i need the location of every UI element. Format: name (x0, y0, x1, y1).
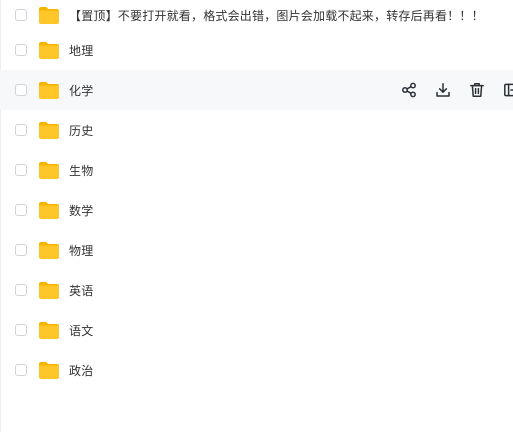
file-row-dili[interactable]: 地理 (0, 30, 513, 70)
share-icon (402, 82, 416, 98)
folder-icon (39, 161, 59, 179)
file-row-wuli[interactable]: 物理 (0, 230, 513, 270)
more-button[interactable] (502, 81, 513, 99)
row-checkbox[interactable] (15, 364, 27, 376)
file-row-yuwen[interactable]: 语文 (0, 310, 513, 350)
more-icon (504, 83, 513, 97)
file-name[interactable]: 数学 (69, 202, 93, 219)
row-checkbox[interactable] (15, 324, 27, 336)
row-checkbox[interactable] (15, 84, 27, 96)
file-name[interactable]: 地理 (69, 42, 93, 59)
folder-icon (39, 321, 59, 339)
folder-icon (39, 81, 59, 99)
file-name[interactable]: 化学 (69, 82, 93, 99)
folder-icon (39, 121, 59, 139)
file-name[interactable]: 物理 (69, 242, 93, 259)
row-checkbox[interactable] (15, 284, 27, 296)
folder-icon (39, 241, 59, 259)
row-checkbox[interactable] (15, 244, 27, 256)
delete-button[interactable] (468, 81, 486, 99)
file-browser: 【置顶】不要打开就看，格式会出错，图片会加载不起来，转存后再看！！！ 地理 化学 (0, 0, 513, 432)
folder-icon (39, 6, 59, 24)
folder-icon (39, 281, 59, 299)
share-button[interactable] (400, 81, 418, 99)
file-row-lishi[interactable]: 历史 (0, 110, 513, 150)
file-name[interactable]: 语文 (69, 322, 93, 339)
file-row-pinned-notice[interactable]: 【置顶】不要打开就看，格式会出错，图片会加载不起来，转存后再看！！！ (0, 0, 513, 30)
folder-icon (39, 361, 59, 379)
row-checkbox[interactable] (15, 44, 27, 56)
download-icon (436, 83, 450, 97)
row-checkbox[interactable] (15, 124, 27, 136)
file-name[interactable]: 政治 (69, 362, 93, 379)
file-list: 【置顶】不要打开就看，格式会出错，图片会加载不起来，转存后再看！！！ 地理 化学 (0, 0, 513, 390)
row-checkbox[interactable] (15, 204, 27, 216)
file-row-zhengzhi[interactable]: 政治 (0, 350, 513, 390)
row-checkbox[interactable] (15, 9, 27, 21)
row-checkbox[interactable] (15, 164, 27, 176)
folder-icon (39, 201, 59, 219)
row-actions (400, 70, 513, 110)
file-row-shuxue[interactable]: 数学 (0, 190, 513, 230)
file-name[interactable]: 【置顶】不要打开就看，格式会出错，图片会加载不起来，转存后再看！！！ (69, 7, 484, 24)
file-row-yingyu[interactable]: 英语 (0, 270, 513, 310)
folder-icon (39, 41, 59, 59)
file-name[interactable]: 生物 (69, 162, 93, 179)
file-row-huaxue[interactable]: 化学 (0, 70, 513, 110)
download-button[interactable] (434, 81, 452, 99)
file-name[interactable]: 英语 (69, 282, 93, 299)
delete-icon (470, 83, 484, 97)
file-row-shengwu[interactable]: 生物 (0, 150, 513, 190)
file-name[interactable]: 历史 (69, 122, 93, 139)
